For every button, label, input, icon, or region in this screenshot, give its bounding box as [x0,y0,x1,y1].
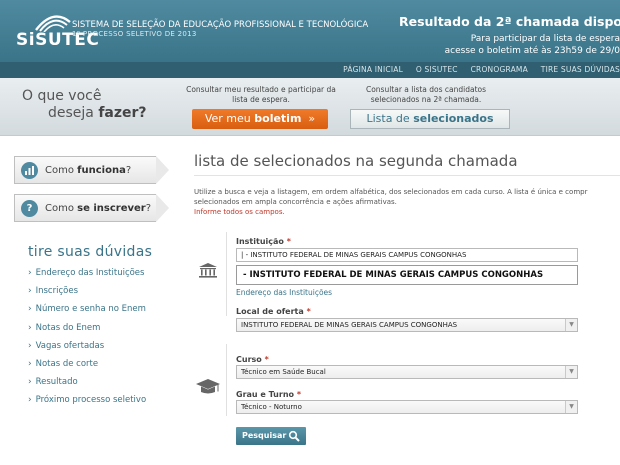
duvidas-link-proximo[interactable]: › Próximo processo seletivo [28,395,146,413]
local-oferta-select[interactable]: INSTITUTO FEDERAL DE MINAS GERAIS CAMPUS… [236,318,578,332]
como-se-inscrever-label: Como se inscrever? [45,203,152,214]
announcement-line-3: acesse o boletim até às 23h59 de 29/0 [444,46,620,56]
grau-turno-select[interactable]: Técnico - Noturno ▼ [236,400,578,414]
duvidas-link-numero-senha[interactable]: › Número e senha no Enem [28,304,146,322]
section-divider [226,232,227,316]
process-name: 1º PROCESSO SELETIVO DE 2013 [72,30,197,38]
title-divider [194,175,620,176]
como-funciona-label: Como funciona? [45,165,132,176]
chart-icon [21,162,38,179]
chevron-down-icon: ▼ [565,319,577,331]
chevron-down-icon: ▼ [565,366,577,378]
announcement[interactable]: Resultado da 2ª chamada dispo Para parti… [399,14,620,56]
page-description: Utilize a busca e veja a listagem, em or… [194,188,588,206]
duvidas-link-resultado[interactable]: › Resultado [28,377,146,395]
instituicao-suggestion[interactable]: - INSTITUTO FEDERAL DE MINAS GERAIS CAMP… [236,265,578,285]
duvidas-link-notas-enem[interactable]: › Notas do Enem [28,323,146,341]
curso-select[interactable]: Técnico em Saúde Bucal ▼ [236,365,578,379]
announcement-line-2: Para participar da lista de espera [470,34,620,44]
duvidas-link-enderecos[interactable]: › Endereço das Instituições [28,268,146,286]
nav-item-duvidas[interactable]: TIRE SUAS DÚVIDAS [541,65,620,74]
logo-arc-icon [35,15,71,32]
chevron-right-icon: › [28,358,32,369]
chevron-right-icon: › [28,304,32,315]
search-icon [288,430,300,442]
nav-item-cronograma[interactable]: CRONOGRAMA [471,65,528,74]
local-oferta-label: Local de oferta * [236,307,311,316]
chevron-right-icon: › [28,377,32,388]
pesquisar-button[interactable]: Pesquisar [236,427,306,445]
graduation-cap-icon [196,379,220,394]
selecionados-description: Consultar a lista dos candidatos selecio… [365,85,487,104]
duvidas-link-notas-corte[interactable]: › Notas de corte [28,359,146,377]
ver-boletim-button[interactable]: Ver meu boletim » [192,109,328,129]
institution-icon [199,263,217,278]
grau-turno-label: Grau e Turno * [236,390,301,399]
question-icon: ? [21,200,38,217]
como-funciona-button[interactable]: Como funciona? [14,156,169,184]
nav-item-sisutec[interactable]: O SISUTEC [416,65,458,74]
curso-label: Curso * [236,355,269,364]
announcement-title: Resultado da 2ª chamada dispo [398,14,620,29]
nav-item-home[interactable]: PÁGINA INICIAL [343,65,403,74]
site-header: SiSUTEC SISTEMA DE SELEÇÃO DA EDUCAÇÃO P… [0,0,620,62]
system-name: SISTEMA DE SELEÇÃO DA EDUCAÇÃO PROFISSIO… [72,20,369,30]
instituicao-input[interactable]: | - INSTITUTO FEDERAL DE MINAS GERAIS CA… [236,248,578,262]
duvidas-link-inscricoes[interactable]: › Inscrições [28,286,146,304]
boletim-description: Consultar meu resultado e participar da … [186,85,336,104]
como-se-inscrever-button[interactable]: ? Como se inscrever? [14,194,169,222]
duvidas-title: tire suas dúvidas [28,244,153,260]
instituicao-label: Instituição * [236,237,291,246]
banner-question-line-1: O que você [22,88,102,104]
lista-selecionados-button[interactable]: Lista de selecionados [350,109,510,129]
chevron-right-icon: › [28,268,32,278]
page-title: lista de selecionados na segunda chamada [194,152,518,170]
enderecos-instituicoes-link[interactable]: Endereço das Instituições [236,288,332,297]
chevron-right-icon: › [28,286,32,297]
chevron-right-icon: › [28,395,32,406]
action-banner: O que você deseja fazer? Consultar meu r… [0,78,620,136]
banner-question-line-2: deseja fazer? [48,105,147,121]
chevron-right-icon: › [28,340,32,351]
top-nav: PÁGINA INICIAL O SISUTEC CRONOGRAMA TIRE… [0,62,620,78]
duvidas-links: › Endereço das Instituições › Inscrições ›… [28,268,146,414]
chevron-right-icon: › [28,322,32,333]
duvidas-link-vagas[interactable]: › Vagas ofertadas [28,341,146,359]
section-divider [226,344,227,416]
required-warning: Informe todos os campos. [194,208,285,216]
chevron-down-icon: ▼ [565,401,577,413]
